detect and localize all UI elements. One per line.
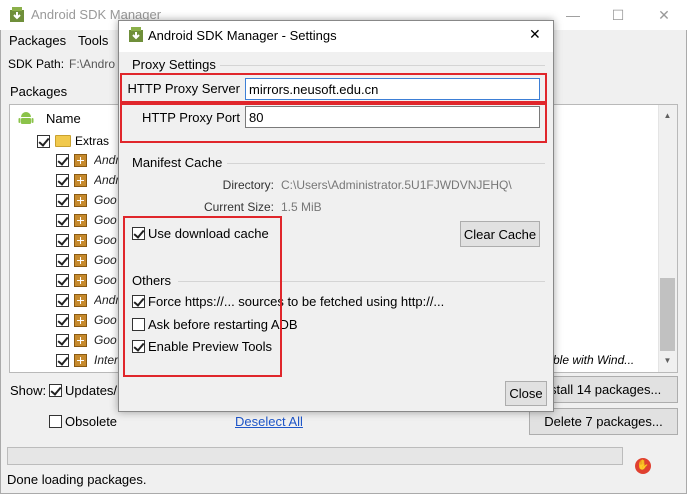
- sdk-path-label: SDK Path:: [8, 57, 65, 71]
- package-icon: [74, 254, 87, 267]
- package-checkbox[interactable]: [56, 214, 69, 227]
- obsolete-label: Obsolete: [65, 414, 118, 429]
- proxy-section-divider: [220, 65, 545, 66]
- proxy-port-input[interactable]: [245, 106, 540, 128]
- package-icon: [74, 234, 87, 247]
- package-icon: [74, 214, 87, 227]
- package-icon: [74, 294, 87, 307]
- package-checkbox[interactable]: [56, 294, 69, 307]
- proxy-port-label: HTTP Proxy Port: [141, 110, 240, 125]
- package-checkbox[interactable]: [56, 174, 69, 187]
- minimize-button[interactable]: —: [550, 0, 596, 30]
- android-robot-icon: [18, 112, 34, 124]
- package-name: Goo: [94, 233, 117, 247]
- package-name: Goo: [94, 313, 117, 327]
- package-checkbox[interactable]: [56, 354, 69, 367]
- package-name: Goo: [94, 273, 117, 287]
- current-size-value: 1.5 MiB: [281, 200, 322, 214]
- package-name: Goo: [94, 193, 117, 207]
- dialog-title: Android SDK Manager - Settings: [148, 28, 337, 43]
- delete-packages-button[interactable]: Delete 7 packages...: [529, 408, 678, 435]
- package-icon: [74, 174, 87, 187]
- current-size-label: Current Size:: [203, 200, 274, 214]
- dialog-close-button[interactable]: Close: [505, 381, 547, 406]
- package-checkbox[interactable]: [56, 194, 69, 207]
- dialog-close-icon[interactable]: ✕: [529, 26, 541, 43]
- deselect-all-link[interactable]: Deselect All: [235, 414, 303, 429]
- proxy-settings-section-title: Proxy Settings: [132, 57, 216, 72]
- package-icon: [74, 354, 87, 367]
- show-label: Show:: [10, 383, 47, 398]
- scroll-thumb[interactable]: [660, 278, 675, 351]
- updates-checkbox[interactable]: [49, 384, 62, 397]
- package-name: Goo: [94, 333, 117, 347]
- packages-label: Packages: [10, 84, 68, 99]
- package-icon: [74, 334, 87, 347]
- package-icon: [74, 314, 87, 327]
- close-window-button[interactable]: ✕: [641, 0, 687, 30]
- directory-value: C:\Users\Administrator.5U1FJWDVNJEHQ\: [281, 178, 512, 192]
- progress-bar: [7, 447, 623, 465]
- clear-cache-button[interactable]: Clear Cache: [460, 221, 540, 247]
- package-name: Inter: [94, 353, 118, 367]
- stop-hand-icon[interactable]: ✋: [635, 458, 651, 474]
- menu-tools[interactable]: Tools: [78, 33, 108, 48]
- folder-icon: [55, 135, 71, 147]
- maximize-button[interactable]: ☐: [595, 0, 641, 30]
- package-checkbox[interactable]: [56, 254, 69, 267]
- package-checkbox[interactable]: [56, 274, 69, 287]
- status-text: Done loading packages.: [7, 472, 147, 487]
- menu-packages[interactable]: Packages: [9, 33, 66, 48]
- proxy-server-input[interactable]: [245, 78, 540, 100]
- package-icon: [74, 154, 87, 167]
- column-name-header[interactable]: Name: [46, 111, 81, 126]
- updates-label: Updates/: [65, 383, 118, 398]
- extras-checkbox[interactable]: [37, 135, 50, 148]
- package-name: Goo: [94, 213, 117, 227]
- manifest-section-divider: [227, 163, 545, 164]
- package-name: Andr: [94, 293, 118, 307]
- package-checkbox[interactable]: [56, 154, 69, 167]
- proxy-server-label: HTTP Proxy Server: [127, 81, 240, 96]
- extras-label: Extras: [75, 134, 110, 148]
- package-checkbox[interactable]: [56, 234, 69, 247]
- scroll-down-icon[interactable]: ▼: [660, 353, 675, 369]
- manifest-cache-section-title: Manifest Cache: [132, 155, 223, 170]
- sdk-path-value: F:\Andro: [69, 57, 116, 71]
- scroll-up-icon[interactable]: ▲: [660, 108, 675, 124]
- package-checkbox[interactable]: [56, 314, 69, 327]
- package-name: Andr: [94, 153, 118, 167]
- directory-label: Directory:: [222, 178, 274, 192]
- android-sdk-icon: [129, 27, 143, 42]
- obsolete-checkbox[interactable]: [49, 415, 62, 428]
- package-icon: [74, 274, 87, 287]
- android-sdk-icon: [10, 7, 24, 22]
- options-highlight: [123, 216, 282, 377]
- package-name: Andr: [94, 173, 118, 187]
- package-icon: [74, 194, 87, 207]
- package-checkbox[interactable]: [56, 334, 69, 347]
- partial-row-text: ble with Wind...: [553, 353, 635, 367]
- package-name: Goo: [94, 253, 117, 267]
